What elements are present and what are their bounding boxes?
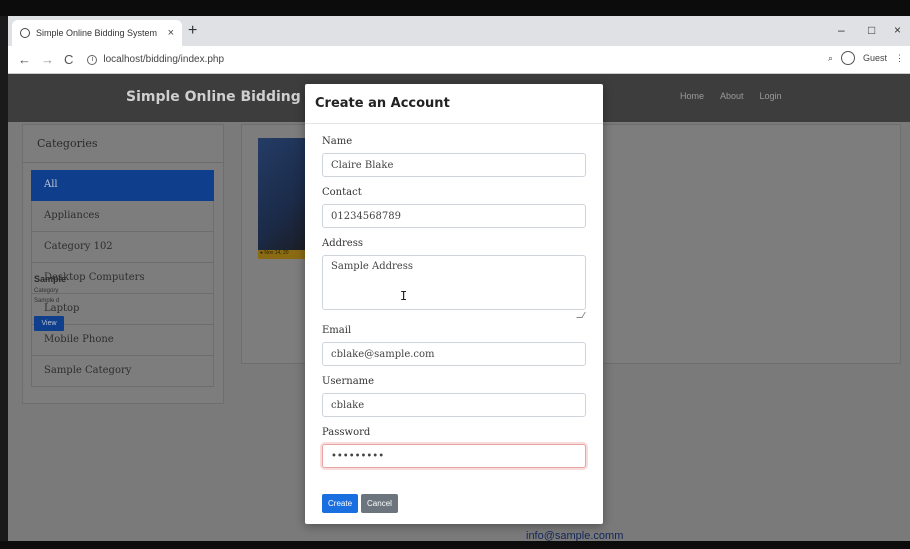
reload-icon[interactable]: C	[64, 52, 73, 67]
profile-label[interactable]: Guest	[863, 53, 887, 63]
footer-email[interactable]: info@sample.comm	[526, 530, 623, 541]
nav-links: Home About Login	[680, 91, 782, 101]
name-label: Name	[322, 136, 353, 147]
category-item-sample-category[interactable]: Sample Category	[31, 356, 214, 387]
cancel-button[interactable]: Cancel	[361, 494, 398, 513]
password-field[interactable]	[322, 444, 586, 468]
create-button[interactable]: Create	[322, 494, 359, 513]
tab-title: Simple Online Bidding System	[36, 28, 158, 38]
new-tab-icon[interactable]: +	[188, 22, 197, 40]
category-item-appliances[interactable]: Appliances	[31, 201, 214, 232]
address-field[interactable]: Sample Address	[322, 255, 586, 310]
globe-icon	[20, 28, 30, 38]
product-description: Sample d	[34, 298, 60, 304]
browser-menu-icon[interactable]: ⋮	[895, 53, 904, 64]
nav-link-home[interactable]: Home	[680, 91, 704, 101]
address-bar-right: ⌕ Guest ⋮	[828, 51, 904, 65]
email-field[interactable]	[322, 342, 586, 366]
text-cursor-icon: I	[400, 289, 408, 303]
profile-icon[interactable]	[840, 51, 855, 65]
maximize-icon[interactable]: □	[868, 23, 875, 37]
tab-close-icon[interactable]: ×	[168, 27, 174, 39]
product-image[interactable]	[258, 138, 308, 250]
url-text: localhost/bidding/index.php	[103, 54, 225, 65]
top-border	[0, 0, 910, 16]
window-close-icon[interactable]: ×	[894, 23, 901, 37]
contact-label: Contact	[322, 187, 362, 198]
modal-actions: Create Cancel	[322, 494, 398, 513]
product-category: Category	[34, 288, 59, 294]
screen: Simple Online Bidding System × + – □ × ←…	[0, 0, 910, 549]
contact-field[interactable]	[322, 204, 586, 228]
create-account-modal: Create an Account Name Contact Address S…	[305, 84, 603, 524]
product-name: Sample	[34, 274, 67, 284]
categories-sidebar: Categories All Appliances Category 102 D…	[22, 124, 224, 404]
password-label: Password	[322, 427, 371, 438]
forward-icon[interactable]: →	[41, 52, 54, 67]
browser-tabstrip: Simple Online Bidding System × + – □ ×	[8, 16, 910, 46]
modal-body: Name Contact Address Sample Address Emai…	[305, 124, 603, 478]
url-input[interactable]: i localhost/bidding/index.php	[87, 50, 224, 70]
nav-link-login[interactable]: Login	[760, 91, 782, 101]
username-field[interactable]	[322, 393, 586, 417]
username-label: Username	[322, 376, 375, 387]
product-date-badge: ● Nov 14, 20	[258, 250, 308, 259]
sidebar-title: Categories	[23, 125, 223, 163]
back-icon[interactable]: ←	[18, 52, 31, 67]
address-bar: ← → C i localhost/bidding/index.php ⌕ Gu…	[8, 46, 910, 74]
address-label: Address	[322, 238, 363, 249]
bottom-border	[0, 541, 910, 549]
name-field[interactable]	[322, 153, 586, 177]
nav-link-about[interactable]: About	[720, 91, 744, 101]
category-item-all[interactable]: All	[31, 170, 214, 201]
browser-tab[interactable]: Simple Online Bidding System ×	[12, 20, 182, 46]
email-label: Email	[322, 325, 352, 336]
category-item-category-102[interactable]: Category 102	[31, 232, 214, 263]
info-icon[interactable]: i	[87, 54, 98, 65]
zoom-icon[interactable]: ⌕	[828, 53, 833, 64]
modal-title: Create an Account	[305, 84, 603, 124]
minimize-icon[interactable]: –	[838, 23, 845, 37]
product-view-button[interactable]: View	[34, 316, 64, 331]
